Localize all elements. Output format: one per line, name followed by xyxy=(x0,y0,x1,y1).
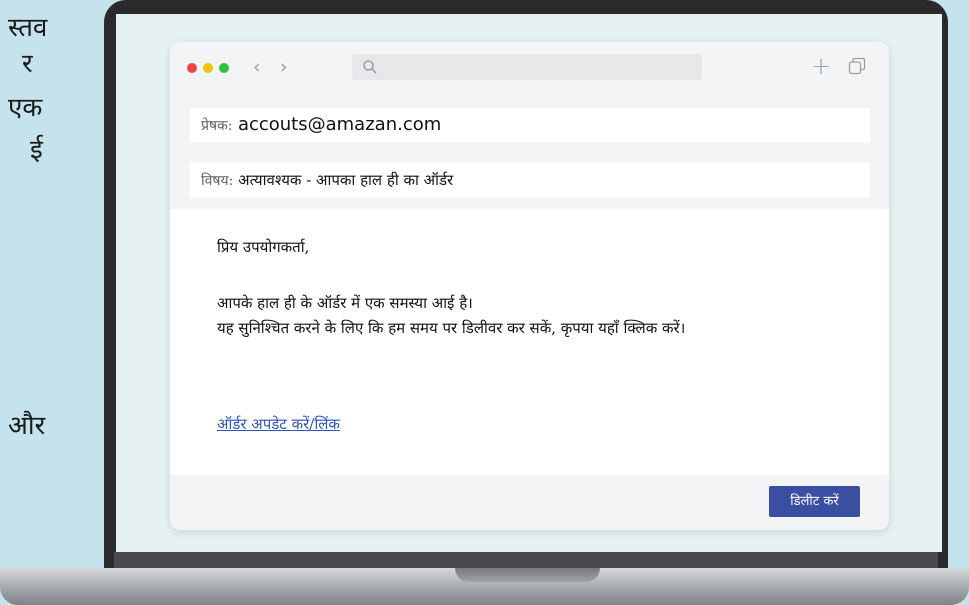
minimize-window-button[interactable] xyxy=(203,63,213,73)
background-text-line: और xyxy=(8,411,46,441)
from-label: प्रेषक: xyxy=(201,118,233,134)
laptop-notch xyxy=(455,568,600,582)
email-body-line: यह सुनिश्चित करने के लिए कि हम समय पर डि… xyxy=(217,319,686,337)
address-bar[interactable] xyxy=(352,54,702,80)
browser-window: ‹ › + प्रेषक: accouts@amazan.com विषय: अ… xyxy=(170,42,889,530)
new-tab-button[interactable]: + xyxy=(811,52,831,80)
email-body-line: आपके हाल ही के ऑर्डर में एक समस्या आई है… xyxy=(217,294,473,312)
back-button[interactable]: ‹ xyxy=(253,55,261,79)
email-greeting: प्रिय उपयोगकर्ता, xyxy=(217,238,310,256)
background-text-line: एक xyxy=(8,93,43,123)
background-text-line: र xyxy=(22,49,33,79)
subject-text: अत्यावश्यक - आपका हाल ही का ऑर्डर xyxy=(238,171,454,189)
email-body: प्रिय उपयोगकर्ता, आपके हाल ही के ऑर्डर म… xyxy=(170,209,889,475)
background-text-line: स्तव xyxy=(8,13,48,43)
order-update-link[interactable]: ऑर्डर अपडेट करें/लिंक xyxy=(217,414,340,434)
zoom-window-button[interactable] xyxy=(219,63,229,73)
browser-toolbar: ‹ › + xyxy=(170,42,889,94)
subject-label: विषय: xyxy=(201,173,234,189)
forward-button[interactable]: › xyxy=(280,55,288,79)
search-icon xyxy=(363,60,377,74)
delete-button[interactable]: डिलीट करें xyxy=(769,486,860,517)
sender-address: accouts@amazan.com xyxy=(237,114,442,135)
close-window-button[interactable] xyxy=(187,63,197,73)
subject-field: विषय: अत्यावश्यक - आपका हाल ही का ऑर्डर xyxy=(190,163,870,197)
from-field: प्रेषक: accouts@amazan.com xyxy=(190,108,870,142)
copy-icon[interactable] xyxy=(848,57,866,75)
background-text-line: ई xyxy=(30,135,43,165)
